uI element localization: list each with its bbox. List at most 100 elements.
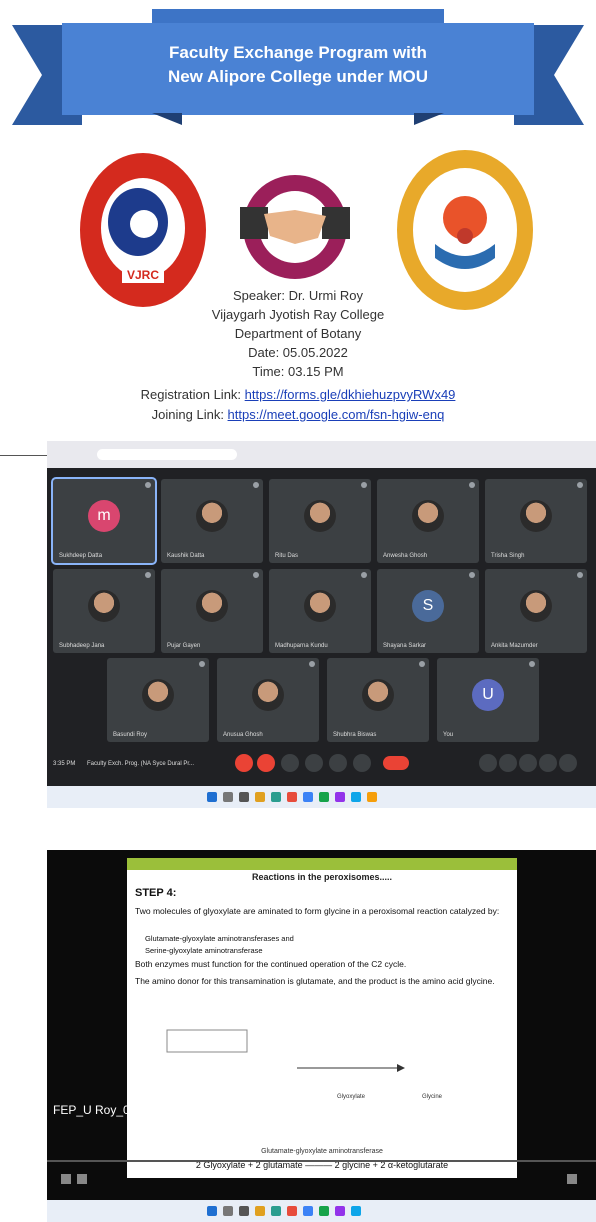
participant-tile[interactable]: Basundi Roy	[107, 658, 209, 742]
participant-tile[interactable]: Madhuparna Kundu	[269, 569, 371, 653]
label-glyoxylate: Glyoxylate	[337, 1094, 366, 1100]
mic-muted-icon	[361, 572, 367, 578]
avatar	[142, 678, 174, 711]
meeting-time: 3:35 PM	[53, 761, 76, 767]
joining-link[interactable]: https://meet.google.com/fsn-hgiw-enq	[228, 407, 445, 422]
participant-tile[interactable]: Shubhra Biswas	[327, 658, 429, 742]
participant-tile[interactable]: Ritu Das	[269, 479, 371, 563]
mic-muted-icon	[253, 482, 259, 488]
browser-tab-bar	[47, 441, 596, 468]
avatar-letter: m	[88, 499, 120, 532]
participant-name: Kaushik Datta	[167, 553, 205, 559]
app-icon[interactable]	[319, 1206, 329, 1216]
app-icon[interactable]	[335, 1206, 345, 1216]
slide-subbullet-1: Glutamate-glyoxylate aminotransferases a…	[145, 934, 294, 943]
mic-muted-icon	[145, 572, 151, 578]
participant-tile[interactable]: Ankita Mazumder	[485, 569, 587, 653]
participant-tile[interactable]: m Sukhdeep Datta	[51, 477, 157, 565]
app-icon[interactable]	[303, 792, 313, 802]
mic-muted-icon	[199, 661, 205, 667]
mic-muted-icon	[577, 482, 583, 488]
app-icon[interactable]	[319, 792, 329, 802]
lecture-slide-screenshot: Reactions in the peroxisomes..... STEP 4…	[47, 850, 596, 1222]
camera-button[interactable]	[257, 754, 275, 772]
mic-muted-icon	[309, 661, 315, 667]
chrome-icon[interactable]	[287, 792, 297, 802]
mic-muted-icon	[253, 572, 259, 578]
video-progress-bar[interactable]	[47, 1160, 596, 1162]
windows-taskbar	[47, 1200, 596, 1222]
speaker-college: Vijaygarh Jyotish Ray College	[211, 307, 385, 322]
participant-tile[interactable]: Anwesha Ghosh	[377, 479, 479, 563]
glyoxylate-reaction-diagram: Glyoxylate Glycine	[166, 1029, 443, 1100]
edge-icon[interactable]	[271, 792, 281, 802]
slide-enzyme-label: Glutamate-glyoxylate aminotransferase	[261, 1148, 383, 1155]
fullscreen-icon[interactable]	[567, 1174, 577, 1184]
participant-name: Madhuparna Kundu	[275, 643, 328, 649]
file-explorer-icon[interactable]	[255, 1206, 265, 1216]
participant-name: Shubhra Biswas	[333, 732, 377, 738]
slide-content: Reactions in the peroxisomes..... STEP 4…	[127, 858, 517, 1178]
activities-icon[interactable]	[539, 754, 557, 772]
raise-hand-button[interactable]	[305, 754, 323, 772]
chrome-icon[interactable]	[287, 1206, 297, 1216]
start-icon[interactable]	[207, 792, 217, 802]
participant-tile[interactable]: Kaushik Datta	[161, 479, 263, 563]
participant-tile[interactable]: S Shayana Sarkar	[377, 569, 479, 653]
present-button[interactable]	[329, 754, 347, 772]
participant-tile[interactable]: Trisha Singh	[485, 479, 587, 563]
handshake-icon	[240, 175, 350, 279]
app-icon[interactable]	[351, 792, 361, 802]
app-icon[interactable]	[335, 792, 345, 802]
avatar-letter: S	[412, 589, 444, 622]
mic-muted-icon	[469, 482, 475, 488]
connector-line	[0, 455, 47, 456]
people-icon[interactable]	[499, 754, 517, 772]
mic-muted-icon	[469, 572, 475, 578]
taskview-icon[interactable]	[239, 792, 249, 802]
search-icon[interactable]	[223, 1206, 233, 1216]
participant-tile[interactable]: Pujar Gayen	[161, 569, 263, 653]
avatar	[362, 678, 394, 711]
play-pause-icon[interactable]	[61, 1174, 71, 1184]
slide-bullet-2: Both enzymes must function for the conti…	[135, 959, 407, 969]
participant-name: Trisha Singh	[491, 553, 525, 559]
app-icon[interactable]	[367, 792, 377, 802]
avatar	[304, 589, 336, 622]
lock-icon[interactable]	[559, 754, 577, 772]
start-icon[interactable]	[207, 1206, 217, 1216]
banner-title-line1: Faculty Exchange Program with	[169, 43, 427, 62]
chat-icon[interactable]	[519, 754, 537, 772]
joining-line: Joining Link: https://meet.google.com/fs…	[0, 407, 596, 422]
meeting-title: Faculty Exch. Prog. (NA Syce Dural Pr...	[87, 761, 195, 767]
participant-name: Anwesha Ghosh	[383, 553, 428, 559]
mic-button[interactable]	[235, 754, 253, 772]
slide-bullet-3: The amino donor for this transamination …	[135, 976, 495, 986]
app-icon[interactable]	[351, 1206, 361, 1216]
edge-icon[interactable]	[271, 1206, 281, 1216]
mic-muted-icon	[145, 482, 151, 488]
taskview-icon[interactable]	[239, 1206, 249, 1216]
info-icon[interactable]	[479, 754, 497, 772]
label-glycine: Glycine	[422, 1094, 443, 1100]
participant-name: Subhadeep Jana	[59, 643, 105, 649]
participant-tile[interactable]: Anusua Ghosh	[217, 658, 319, 742]
volume-icon[interactable]	[77, 1174, 87, 1184]
captions-button[interactable]	[281, 754, 299, 772]
address-bar[interactable]	[97, 449, 237, 460]
registration-link[interactable]: https://forms.gle/dkhiehuzpvyRWx49	[245, 387, 456, 402]
avatar	[252, 678, 284, 711]
event-time: Time: 03.15 PM	[252, 364, 344, 379]
participant-tile[interactable]: Subhadeep Jana	[53, 569, 155, 653]
leave-call-button[interactable]	[383, 756, 409, 770]
more-options-button[interactable]	[353, 754, 371, 772]
search-icon[interactable]	[223, 792, 233, 802]
file-explorer-icon[interactable]	[255, 792, 265, 802]
participant-name: Sukhdeep Datta	[59, 553, 103, 559]
participant-tile[interactable]: U You	[437, 658, 539, 742]
app-icon[interactable]	[303, 1206, 313, 1216]
slide-header: Reactions in the peroxisomes.....	[251, 872, 393, 882]
avatar	[196, 499, 228, 532]
google-meet-screenshot: m Sukhdeep Datta Kaushik Datta Ritu Das Anwe…	[47, 441, 596, 808]
speaker-name: Speaker: Dr. Urmi Roy	[232, 288, 364, 303]
